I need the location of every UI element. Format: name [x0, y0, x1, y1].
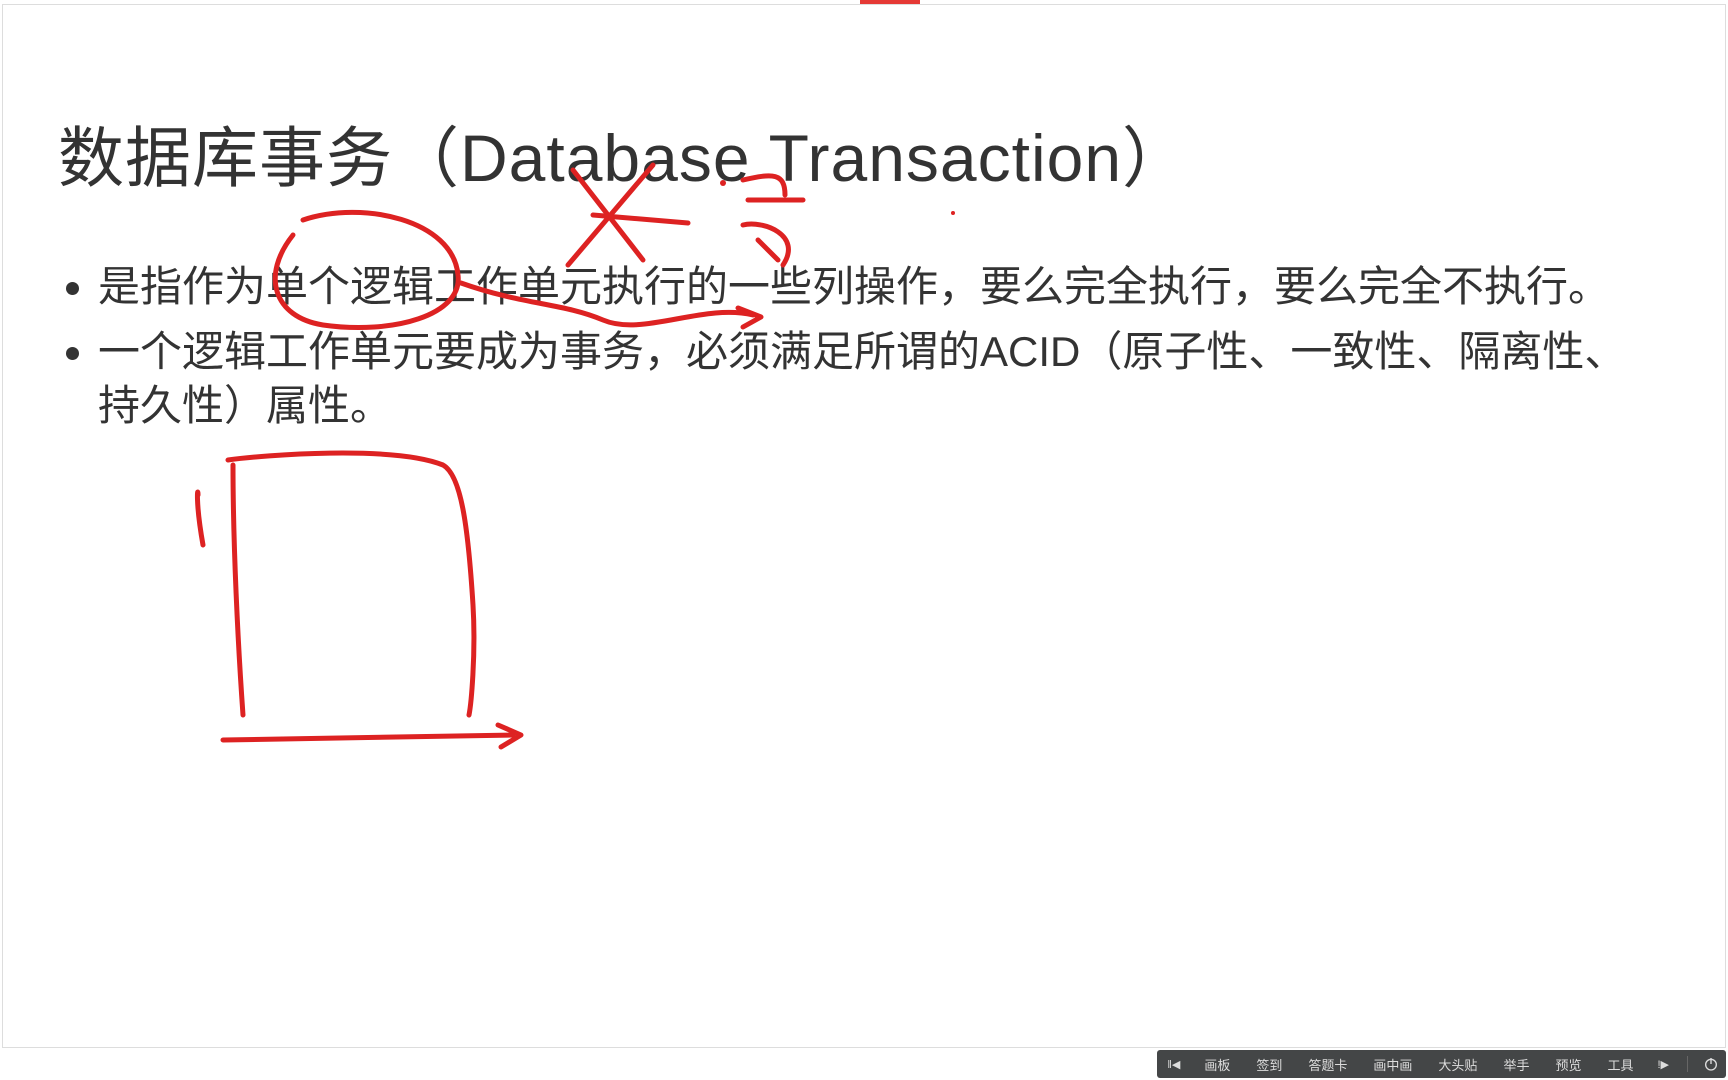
toolbar-answer-card[interactable]: 答题卡	[1302, 1055, 1353, 1074]
toolbar-sticker[interactable]: 大头贴	[1432, 1055, 1483, 1074]
slide-title: 数据库事务（Database Transaction）	[58, 105, 1189, 201]
toolbar-signin[interactable]: 签到	[1250, 1055, 1288, 1074]
prev-slide-button[interactable]: ‖◀	[1163, 1058, 1184, 1071]
toolbar-separator	[1687, 1056, 1688, 1072]
toolbar-tools[interactable]: 工具	[1601, 1055, 1639, 1074]
bullet-item: 一个逻辑工作单元要成为事务，必须满足所谓的ACID（原子性、一致性、隔离性、持久…	[98, 325, 1645, 434]
next-slide-button[interactable]: !▶	[1653, 1058, 1673, 1071]
toolbar-whiteboard[interactable]: 画板	[1198, 1055, 1236, 1074]
power-icon	[1703, 1056, 1719, 1072]
toolbar-pip[interactable]: 画中画	[1367, 1055, 1418, 1074]
toolbar-preview[interactable]: 预览	[1549, 1055, 1587, 1074]
bullet-item: 是指作为单个逻辑工作单元执行的一些列操作，要么完全执行，要么完全不执行。	[98, 260, 1645, 315]
prev-icon: ‖◀	[1167, 1058, 1180, 1071]
bottom-toolbar: ‖◀ 画板 签到 答题卡 画中画 大头贴 举手 预览 工具 !▶	[1157, 1050, 1726, 1078]
toolbar-raise-hand[interactable]: 举手	[1497, 1055, 1535, 1074]
slide-bullets: 是指作为单个逻辑工作单元执行的一些列操作，要么完全执行，要么完全不执行。 一个逻…	[58, 260, 1645, 444]
slide-area: 数据库事务（Database Transaction） 是指作为单个逻辑工作单元…	[2, 4, 1726, 1048]
next-icon: !▶	[1657, 1058, 1669, 1071]
power-button[interactable]	[1702, 1055, 1720, 1073]
